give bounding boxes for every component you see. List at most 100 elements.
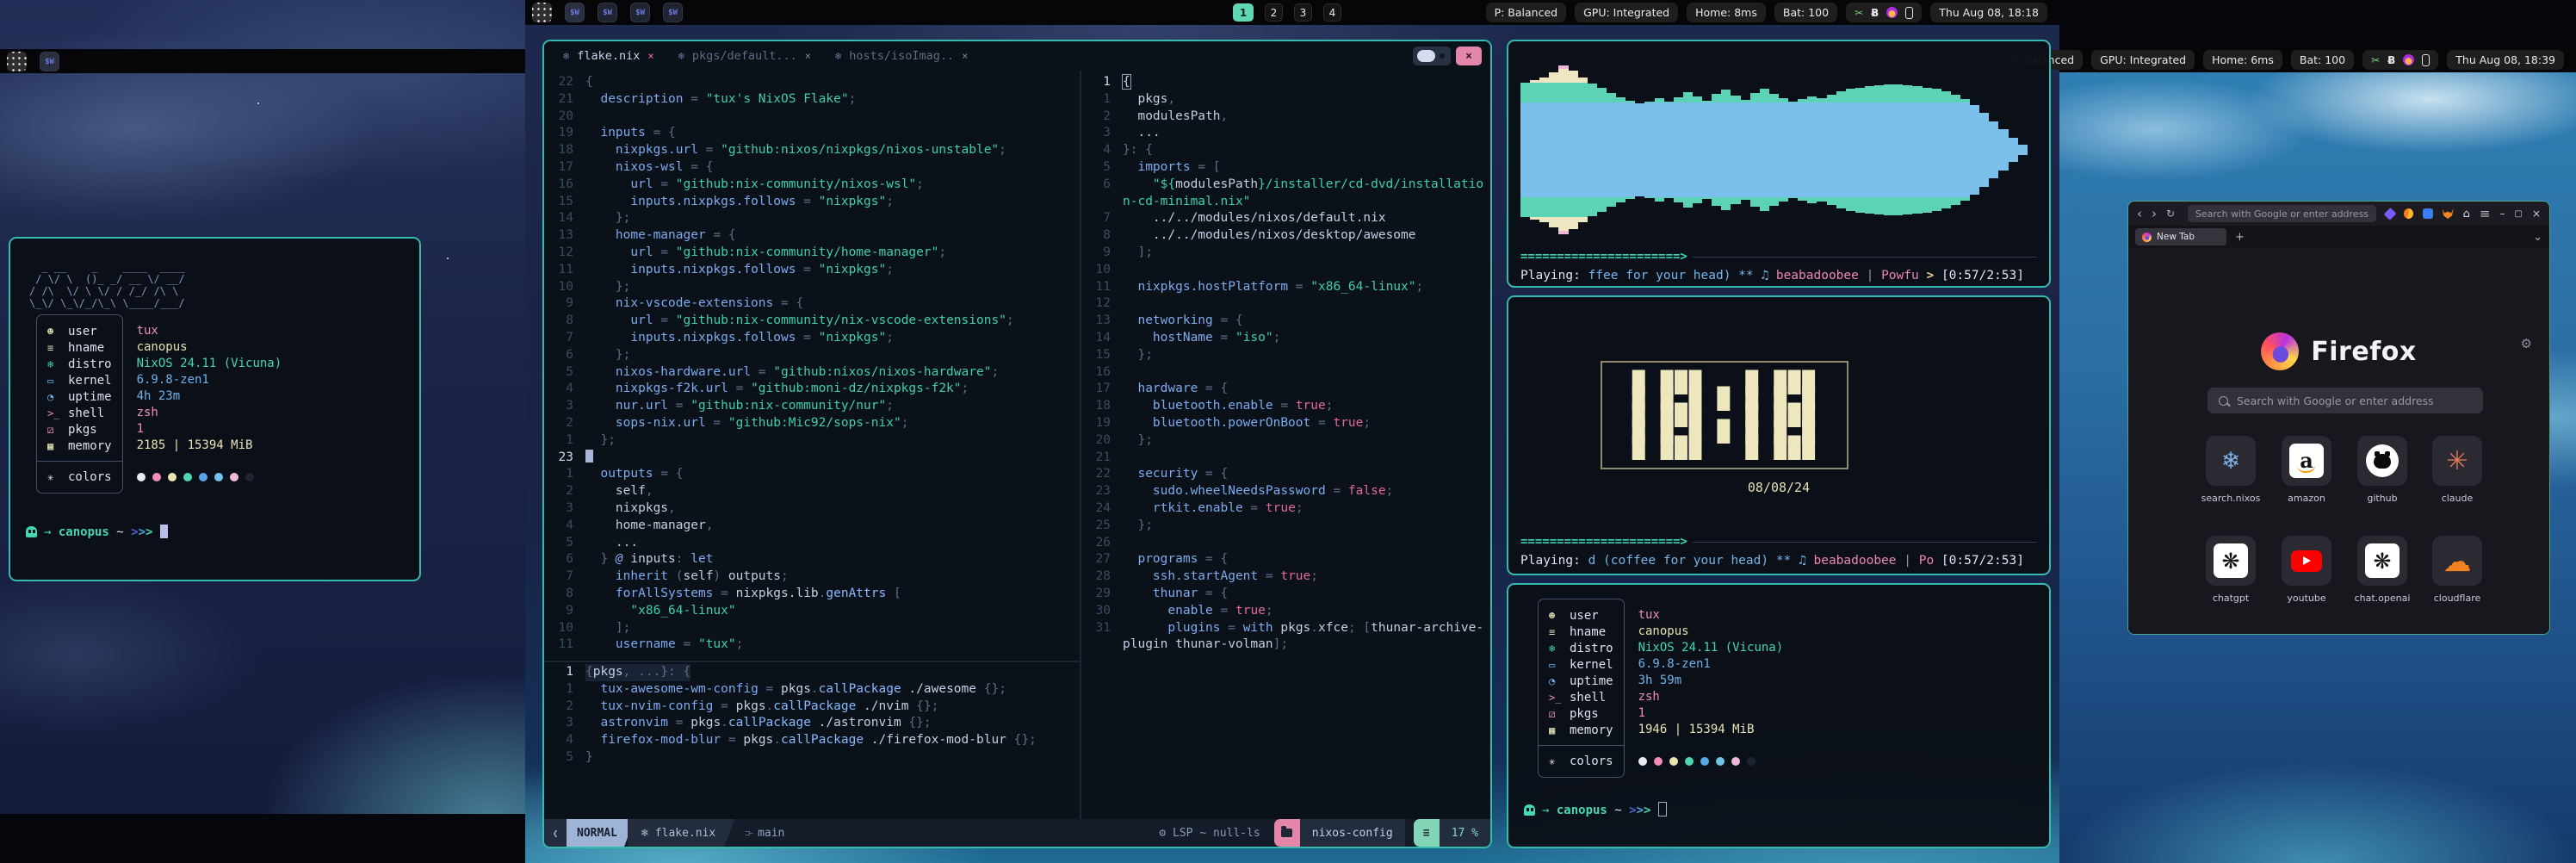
menu-icon[interactable]: ≡: [2480, 208, 2491, 220]
tab-close-icon[interactable]: ×: [805, 50, 811, 62]
firefox-window[interactable]: ‹ › ↻ Search with Google or enter addres…: [2127, 201, 2550, 635]
hname-value: canopus: [1638, 624, 1784, 640]
close-button[interactable]: ×: [2532, 208, 2541, 220]
shortcut-search.nixos[interactable]: ❄: [2206, 436, 2256, 486]
shortcut-cloudflare[interactable]: ☁: [2432, 536, 2482, 586]
audio-visualizer: [1520, 65, 2037, 234]
statusbar-main-monitor: $W $W $W $W 1234 P: Balanced GPU: Integra…: [525, 0, 2059, 25]
phone-icon[interactable]: [1905, 7, 1913, 19]
maximize-button[interactable]: ▢: [2514, 209, 2522, 219]
workspace-1[interactable]: 1: [1233, 3, 1254, 22]
editor-tab-flake.nix[interactable]: ❄flake.nix×: [563, 49, 654, 63]
terminal-window-clock[interactable]: █ ███ █ ███ █ █ █ █ █ █ █ █ ███ █ ███ █ …: [1507, 295, 2051, 575]
wezterm-task-icon[interactable]: $W: [40, 52, 59, 71]
minimize-button[interactable]: –: [2499, 208, 2505, 220]
tab-close-icon[interactable]: ×: [962, 50, 968, 62]
shortcut-claude[interactable]: ✳: [2432, 436, 2482, 486]
pkgs-icon: ⚂: [47, 424, 68, 436]
code-line: 17 nixos-wsl = {: [544, 159, 1080, 177]
back-button[interactable]: ‹: [2137, 208, 2142, 220]
app-launcher-icon[interactable]: [7, 52, 27, 71]
extension-icon-purple[interactable]: [2383, 207, 2396, 220]
search-input[interactable]: Search with Google or enter address: [2208, 388, 2483, 413]
bar-module[interactable]: GPU: Integrated: [2091, 50, 2195, 70]
url-bar[interactable]: Search with Google or enter address: [2188, 205, 2376, 222]
memory-icon: ▦: [47, 440, 68, 452]
terminal-window-fetch[interactable]: ☻user≡hname❄distro▭kernel◔uptime>_shell⚂…: [1507, 583, 2051, 848]
code-line: 12: [1081, 295, 1490, 313]
now-playing: Playing: d (coffee for your head) ** ♫ b…: [1520, 554, 2024, 568]
bar-module[interactable]: P: Balanced: [1486, 3, 1567, 22]
pane-toggle-button[interactable]: [1413, 47, 1451, 65]
tab-list-chevron[interactable]: ⌄: [2533, 231, 2542, 244]
phone-icon[interactable]: [2422, 54, 2430, 66]
pane-close-button[interactable]: ×: [1456, 47, 1482, 65]
pkgs-value: 1: [1638, 705, 1784, 722]
workspace-3[interactable]: 3: [1294, 3, 1312, 22]
nix-flake-icon: ❄: [641, 827, 648, 840]
shortcut-github[interactable]: [2357, 436, 2407, 486]
neovim-editor-window[interactable]: ❄flake.nix× ❄pkgs/default...× ❄hosts/isoIm…: [542, 40, 1492, 848]
home-icon[interactable]: ⌂: [2463, 208, 2470, 220]
wezterm-task-icon[interactable]: $W: [663, 3, 683, 22]
metamask-icon[interactable]: [2443, 208, 2454, 219]
tab-new-tab[interactable]: New Tab: [2135, 228, 2226, 245]
track-progress: ======================>: [1520, 250, 2037, 264]
hname-value: canopus: [137, 339, 282, 356]
wezterm-task-icon[interactable]: $W: [598, 3, 617, 22]
user-icon: ☻: [1549, 610, 1570, 622]
editor-tab-pkgs/default...[interactable]: ❄pkgs/default...×: [678, 49, 811, 63]
statusline: ❮ NORMAL ❄ flake.nix ⑃ main ⚙ LSP ~ null…: [544, 819, 1490, 847]
editor-tab-hosts/isoImag..[interactable]: ❄hosts/isoImag..×: [835, 49, 968, 63]
code-line: 4 nixpkgs-f2k.url = "github:moni-dz/nixp…: [544, 381, 1080, 398]
wezterm-task-icon[interactable]: $W: [630, 3, 650, 22]
fire-icon[interactable]: [1886, 7, 1898, 18]
workspace-2[interactable]: 2: [1265, 3, 1283, 22]
bluetooth-icon[interactable]: Ƀ: [2387, 54, 2395, 66]
app-launcher-icon[interactable]: [532, 3, 552, 22]
code-line: plugin thunar-volman];: [1081, 636, 1490, 654]
shell-prompt[interactable]: → canopus ~ >>>: [26, 525, 168, 539]
editor-pane-iso[interactable]: 1{1 pkgs,2 modulesPath,3 ...4}: {5 impor…: [1081, 71, 1490, 819]
forward-button[interactable]: ›: [2152, 208, 2157, 220]
scissors-icon[interactable]: ✂: [2371, 54, 2380, 66]
memory-icon: ▦: [1549, 724, 1570, 736]
scissors-icon[interactable]: ✂: [1855, 7, 1863, 19]
wezterm-task-icon[interactable]: $W: [565, 3, 585, 22]
system-tray[interactable]: ✂Ƀ: [1846, 3, 1922, 22]
terminal-window-fastfetch[interactable]: _ __ _ ____ ____ / \/ \ ()_ _/ __ \/ __/…: [9, 237, 421, 581]
colors-icon: ✳: [1549, 755, 1570, 767]
kernel-icon: ▭: [1549, 659, 1570, 671]
shell-prompt[interactable]: → canopus ~ >>>: [1524, 802, 1667, 817]
extension-icon-blue[interactable]: [2423, 208, 2432, 219]
code-line: 6 } @ inputs: let: [544, 551, 1080, 568]
extension-icon-orange[interactable]: [2404, 208, 2413, 219]
fire-icon[interactable]: [2403, 54, 2414, 65]
shortcut-youtube[interactable]: [2282, 536, 2331, 586]
tab-close-icon[interactable]: ×: [647, 50, 653, 62]
code-line: 3 nixpkgs,: [544, 500, 1080, 518]
editor-pane-pkgs[interactable]: 1{pkgs, ...}: {1 tux-awesome-wm-config =…: [544, 664, 1080, 816]
shortcut-chat.openai[interactable]: ❋: [2357, 536, 2407, 586]
kernel-value: 6.9.8-zen1: [1638, 656, 1784, 673]
fetch-info-box: ☻user≡hname❄distro▭kernel◔uptime>_shell⚂…: [1538, 599, 1625, 778]
code-line: 17 hardware = {: [1081, 381, 1490, 398]
shortcut-amazon[interactable]: a: [2282, 436, 2331, 486]
terminal-window-visualizer[interactable]: ======================> Playing: ffee fo…: [1507, 40, 2051, 288]
workspace-4[interactable]: 4: [1323, 3, 1341, 22]
shortcut-chatgpt[interactable]: ❋: [2206, 536, 2256, 586]
system-tray[interactable]: ✂Ƀ: [2362, 50, 2438, 70]
new-tab-button[interactable]: +: [2235, 231, 2245, 244]
bar-module[interactable]: Home: 8ms: [1687, 3, 1766, 22]
bar-module[interactable]: Bat: 100: [2291, 50, 2354, 70]
bar-module[interactable]: GPU: Integrated: [1575, 3, 1678, 22]
code-line: 6 "${modulesPath}/installer/cd-dvd/insta…: [1081, 177, 1490, 194]
editor-pane-flake[interactable]: 22{21 description = "tux's NixOS Flake";…: [544, 71, 1080, 659]
reload-button[interactable]: ↻: [2166, 208, 2175, 219]
bluetooth-icon[interactable]: Ƀ: [1871, 7, 1879, 19]
horizontal-split-divider[interactable]: [544, 661, 1080, 662]
bar-module[interactable]: Bat: 100: [1774, 3, 1837, 22]
bar-module[interactable]: Home: 6ms: [2203, 50, 2282, 70]
code-line: 9 "x86_64-linux": [544, 603, 1080, 620]
new-tab-page: ⚙ Firefox Search with Google or enter ad…: [2128, 248, 2549, 634]
